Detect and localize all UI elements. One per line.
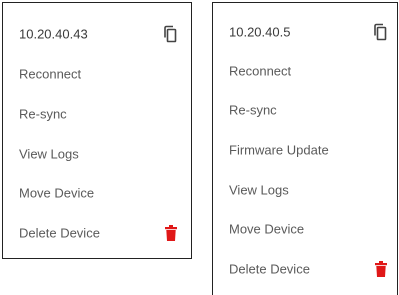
trash-icon	[375, 261, 387, 277]
menu-item-label: Re-sync	[229, 102, 277, 118]
menu-item-label: View Logs	[19, 146, 79, 162]
menu-item-label: Re-sync	[19, 106, 67, 122]
device-menu-left: 10.20.40.43 Reconnect Re-sync View Logs …	[2, 2, 192, 259]
menu-item-label: Reconnect	[229, 63, 292, 79]
trash-icon	[165, 225, 177, 241]
menu-item-reconnect[interactable]: Reconnect	[213, 56, 397, 86]
menu-item-delete-device[interactable]: Delete Device	[213, 254, 397, 284]
menu-item-move-device[interactable]: Move Device	[3, 178, 191, 208]
menu-item-resync[interactable]: Re-sync	[213, 95, 397, 125]
menu-item-label: Delete Device	[19, 225, 100, 241]
stage: 10.20.40.43 Reconnect Re-sync View Logs …	[0, 0, 399, 295]
device-ip-header: 10.20.40.43	[3, 19, 191, 49]
menu-item-move-device[interactable]: Move Device	[213, 214, 397, 244]
device-menu-right: 10.20.40.5 Reconnect Re-sync Firmware Up…	[212, 2, 398, 295]
copy-icon[interactable]	[373, 23, 387, 41]
menu-item-resync[interactable]: Re-sync	[3, 99, 191, 129]
device-ip-label: 10.20.40.5	[229, 24, 291, 40]
menu-item-label: Reconnect	[19, 66, 82, 82]
menu-item-view-logs[interactable]: View Logs	[213, 175, 397, 205]
menu-item-delete-device[interactable]: Delete Device	[3, 218, 191, 248]
menu-item-label: View Logs	[229, 182, 289, 198]
copy-icon[interactable]	[163, 25, 177, 43]
menu-item-reconnect[interactable]: Reconnect	[3, 59, 191, 89]
menu-item-label: Firmware Update	[229, 142, 329, 158]
menu-item-label: Move Device	[229, 221, 305, 237]
menu-item-view-logs[interactable]: View Logs	[3, 139, 191, 169]
menu-item-firmware-update[interactable]: Firmware Update	[213, 135, 397, 165]
device-ip-header: 10.20.40.5	[213, 17, 397, 47]
menu-item-label: Delete Device	[229, 261, 310, 277]
device-ip-label: 10.20.40.43	[19, 26, 88, 42]
menu-item-label: Move Device	[19, 185, 95, 201]
